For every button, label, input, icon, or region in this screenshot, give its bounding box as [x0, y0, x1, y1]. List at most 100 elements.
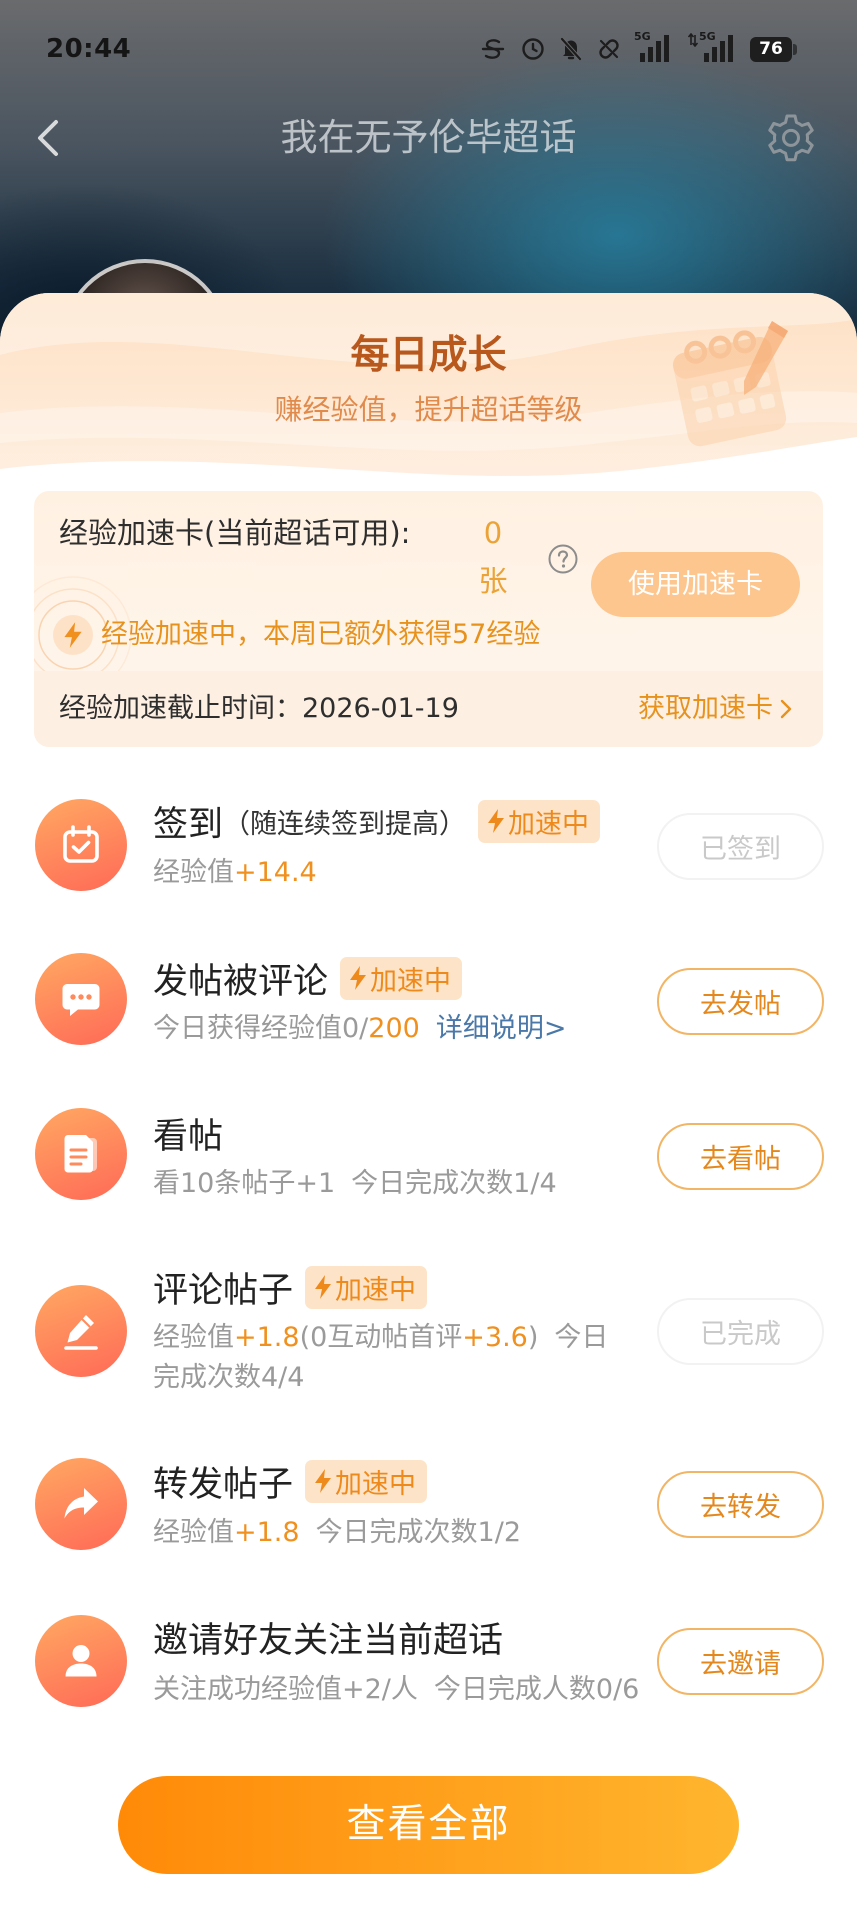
task-desc-value: +3.6 — [462, 1322, 528, 1353]
growth-title: 每日成长 — [350, 333, 507, 378]
task-desc-value: +14.4 — [234, 857, 317, 888]
calendar-illustration — [673, 321, 788, 447]
task-progress: 今日完成次数1/4 — [351, 1168, 557, 1199]
calendar-check-icon — [63, 825, 99, 863]
boost-badge-label: 加速中 — [335, 1274, 417, 1306]
boost-badge: 加速中 — [305, 1459, 428, 1503]
task-title-text: 邀请好友关注当前超话 — [153, 1620, 504, 1661]
task-desc-value: +1.8 — [234, 1517, 300, 1548]
task-icon — [35, 1615, 127, 1707]
lightning-icon — [64, 622, 82, 648]
task-title-text: 转发帖子 — [153, 1464, 294, 1505]
task-desc-value: +1.8 — [234, 1322, 300, 1353]
growth-subtitle: 赚经验值，提升超话等级 — [274, 393, 583, 426]
task-desc-text: ) — [527, 1322, 539, 1353]
task-desc-text: 关注成功经验值+2/人 — [153, 1674, 418, 1705]
use-boost-card-button[interactable]: 使用加速卡 — [591, 552, 800, 617]
task-desc: 看10条帖子+1 今日完成次数1/4 — [153, 1167, 557, 1201]
boost-badge-label: 加速中 — [508, 808, 590, 840]
boost-card-count: 0 张 — [475, 509, 511, 605]
help-button[interactable] — [547, 543, 579, 575]
chevron-right-icon — [780, 699, 792, 719]
page-title: 我在无予伦毕超话 — [280, 116, 577, 159]
task-icon — [35, 1285, 127, 1377]
question-icon — [548, 544, 578, 574]
task-title: 转发帖子 加速中 — [153, 1459, 428, 1505]
task-desc-value: 200 — [368, 1013, 420, 1044]
get-boost-card-link[interactable]: 获取加速卡 — [638, 671, 793, 747]
task-desc: 经验值+1.8 今日完成次数1/2 — [153, 1516, 521, 1550]
boost-card-count-value: 0 — [483, 516, 503, 550]
task-icon — [35, 1108, 127, 1200]
task-progress: 今日完成人数0/6 — [433, 1674, 640, 1705]
task-icon — [35, 953, 127, 1045]
completed-button[interactable]: 已完成 — [657, 1298, 824, 1365]
battery-nub — [793, 44, 797, 55]
task-desc-text: 经验值 — [153, 1322, 234, 1353]
task-title-note: （随连续签到提高） — [223, 808, 467, 840]
task-desc: 关注成功经验值+2/人 今日完成人数0/6 — [153, 1673, 639, 1707]
lightning-icon — [350, 966, 367, 990]
task-desc-text: (0互动帖首评 — [299, 1322, 463, 1353]
task-icon — [35, 1458, 127, 1550]
task-desc-text: 看10条帖子+1 — [153, 1168, 336, 1199]
boost-badge: 加速中 — [305, 1265, 428, 1309]
go-post-button[interactable]: 去发帖 — [657, 968, 824, 1035]
task-title: 签到 （随连续签到提高） 加速中 — [153, 799, 601, 845]
task-row-comment: 评论帖子 加速中 经验值+1.8(0互动帖首评+3.6) 今日完成次数4/4 已完… — [0, 1265, 857, 1398]
lightning-icon — [315, 1275, 332, 1299]
settings-button[interactable] — [762, 109, 820, 167]
task-desc-text: 经验值 — [153, 1517, 234, 1548]
daily-growth-sheet: 每日成长 赚经验值，提升超话等级 经验加速卡(当前超话可用): 0 张 使用加速… — [0, 293, 857, 1914]
detail-link[interactable]: 详细说明> — [436, 1013, 567, 1044]
task-title-text: 看帖 — [153, 1116, 224, 1157]
go-view-button[interactable]: 去看帖 — [657, 1123, 824, 1190]
boost-badge-label: 加速中 — [335, 1468, 417, 1500]
task-title: 评论帖子 加速中 — [153, 1265, 428, 1311]
comment-icon — [62, 984, 100, 1016]
task-row-view-posts: 看帖 看10条帖子+1 今日完成次数1/4 去看帖 — [0, 1108, 857, 1218]
task-icon — [35, 799, 127, 891]
task-row-post-commented: 发帖被评论 加速中 今日获得经验值0/200 详细说明> 去发帖 — [0, 953, 857, 1063]
task-title: 看帖 — [153, 1111, 223, 1157]
data-saver-icon — [481, 39, 505, 59]
task-desc: 经验值+14.4 — [153, 856, 317, 890]
battery-icon: 76 — [750, 37, 792, 62]
task-row-repost: 转发帖子 加速中 经验值+1.8 今日完成次数1/2 去转发 — [0, 1458, 857, 1568]
boost-status-text: 经验加速中，本周已额外获得57经验 — [101, 619, 541, 650]
signal-icon: 5G — [632, 31, 672, 63]
boost-card: 经验加速卡(当前超话可用): 0 张 使用加速卡 经验加速中，本周已额外获得57… — [34, 491, 823, 747]
edit-icon — [64, 1315, 98, 1350]
boost-badge: 加速中 — [478, 799, 601, 843]
lightning-icon — [315, 1469, 332, 1493]
boost-card-label: 经验加速卡(当前超话可用): — [59, 516, 411, 550]
user-icon — [65, 1645, 97, 1677]
gear-icon — [768, 114, 814, 162]
task-row-invite: 邀请好友关注当前超话 关注成功经验值+2/人 今日完成人数0/6 去邀请 — [0, 1615, 857, 1725]
share-icon — [64, 1488, 98, 1519]
view-all-button[interactable]: 查看全部 — [118, 1776, 739, 1874]
link-off-icon — [599, 39, 619, 59]
checked-in-button[interactable]: 已签到 — [657, 813, 824, 880]
boost-badge: 加速中 — [340, 956, 463, 1000]
task-title: 发帖被评论 加速中 — [153, 956, 463, 1002]
alarm-icon — [522, 38, 544, 60]
task-desc: 今日获得经验值0/200 详细说明> — [153, 1012, 566, 1046]
task-row-checkin: 签到 （随连续签到提高） 加速中 经验值+14.4 已签到 — [0, 799, 857, 909]
boost-badge-label: 加速中 — [370, 965, 452, 997]
task-progress: 今日完成次数1/2 — [315, 1517, 522, 1548]
task-title-text: 发帖被评论 — [153, 961, 329, 1002]
task-desc-text: 经验值 — [153, 857, 234, 888]
boost-card-footer: 经验加速截止时间：2026-01-19 获取加速卡 — [34, 671, 823, 747]
task-desc: 经验值+1.8(0互动帖首评+3.6) 今日完成次数4/4 — [153, 1318, 631, 1398]
signal-icon: 5G — [688, 31, 736, 63]
document-icon — [64, 1135, 97, 1173]
task-desc-text: 今日获得经验值0/ — [153, 1013, 369, 1044]
boost-card-count-unit: 张 — [478, 564, 508, 598]
get-boost-card-label: 获取加速卡 — [638, 693, 773, 724]
status-time: 20:44 — [46, 34, 132, 64]
task-title: 邀请好友关注当前超话 — [153, 1615, 503, 1661]
go-repost-button[interactable]: 去转发 — [657, 1471, 824, 1538]
task-title-text: 评论帖子 — [153, 1270, 294, 1311]
go-invite-button[interactable]: 去邀请 — [657, 1628, 824, 1695]
